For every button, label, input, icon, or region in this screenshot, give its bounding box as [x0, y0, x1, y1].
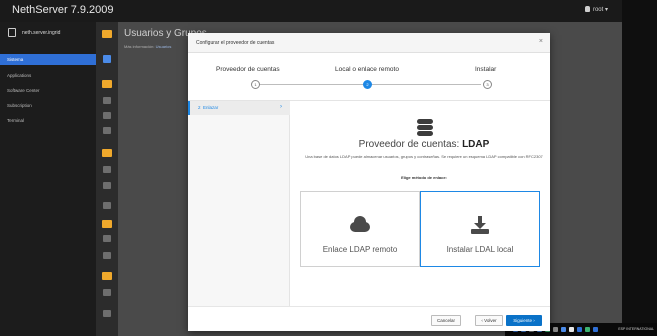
step-label-local-remote: Local o enlace remoto	[335, 66, 399, 73]
app-icon-strip	[96, 22, 118, 336]
settings-icon[interactable]	[103, 182, 111, 189]
folder-icon[interactable]	[102, 149, 112, 157]
tools-icon[interactable]	[103, 202, 111, 209]
provider-title-name: LDAP	[462, 139, 490, 150]
database-disk	[417, 131, 433, 136]
option-local-ldap[interactable]: Instalar LDAL local	[420, 191, 540, 267]
tray-app-icon[interactable]	[593, 327, 598, 332]
back-button[interactable]: ‹ Volver	[475, 315, 503, 326]
provider-title-prefix: Proveedor de cuentas:	[358, 139, 463, 150]
dashboard-icon[interactable]	[103, 55, 111, 63]
storage-icon[interactable]	[103, 166, 111, 173]
folder-icon[interactable]	[102, 220, 112, 228]
step-circle-2: 2	[363, 80, 372, 89]
wizard-step-text: Enlazar	[203, 105, 219, 110]
database-disk	[417, 125, 433, 130]
user-name: root	[592, 7, 604, 13]
tray-app-icon[interactable]	[585, 327, 590, 332]
option-remote-label: Enlace LDAP remoto	[322, 245, 398, 254]
user-menu[interactable]: root ▾	[584, 6, 608, 13]
tray-app-icon[interactable]	[577, 327, 582, 332]
tray-app-icon[interactable]	[569, 327, 574, 332]
trash-icon[interactable]	[103, 97, 111, 104]
option-remote-ldap[interactable]: Enlace LDAP remoto	[300, 191, 420, 267]
database-disk	[417, 119, 433, 124]
top-bar: NethServer 7.9.2009 root ▾	[0, 0, 622, 22]
tray-text: ESP INTERNATIONAL	[618, 327, 654, 331]
wizard-step-num: 2	[198, 105, 201, 110]
wizard-steps: Proveedor de cuentas Local o enlace remo…	[188, 53, 550, 101]
brand-title[interactable]: NethServer 7.9.2009	[12, 4, 114, 16]
wizard-step-enlazar[interactable]: 2 Enlazar ›	[188, 101, 290, 115]
modal-header: Configurar el proveedor de cuentas ×	[188, 33, 550, 53]
globe-icon[interactable]	[103, 252, 111, 259]
nav-item-sistema[interactable]: Sistema	[0, 54, 96, 65]
tray-app-icon[interactable]	[553, 327, 558, 332]
chevron-right-icon: ›	[280, 104, 282, 110]
folder-icon[interactable]	[102, 30, 112, 38]
choose-method-label: Elige método de enlace:	[401, 175, 447, 180]
download-icon	[471, 216, 489, 234]
server-name: neth.server.ingrid	[22, 30, 61, 36]
wizard-sidebar: 2 Enlazar ›	[188, 101, 290, 306]
nav-item-terminal[interactable]: Terminal	[0, 115, 96, 126]
modal-title: Configurar el proveedor de cuentas	[196, 40, 275, 46]
step-circle-3: 3	[483, 80, 492, 89]
nav-item-applications[interactable]: Applications	[0, 70, 96, 81]
close-icon[interactable]: ×	[539, 38, 543, 45]
right-edge	[622, 0, 657, 336]
provider-title: Proveedor de cuentas: LDAP	[304, 139, 544, 150]
folder-icon[interactable]	[102, 272, 112, 280]
server-icon	[8, 28, 16, 37]
desktop-screen: NethServer 7.9.2009 root ▾ neth.server.i…	[0, 0, 657, 336]
folder-icon[interactable]	[102, 80, 112, 88]
modal-footer: Cancelar ‹ Volver Siguiente ›	[188, 306, 550, 331]
account-provider-modal: Configurar el proveedor de cuentas × Pro…	[188, 33, 550, 331]
page-subtitle: Más información: Usuarios	[124, 44, 171, 49]
server-selector[interactable]: neth.server.ingrid	[8, 28, 92, 40]
nav-item-software-center[interactable]: Software Center	[0, 85, 96, 96]
download-tray	[471, 229, 489, 234]
cancel-button[interactable]: Cancelar	[431, 315, 461, 326]
step-label-install: Instalar	[475, 66, 497, 73]
next-button[interactable]: Siguiente ›	[506, 315, 542, 326]
user-icon	[584, 6, 590, 12]
info-icon[interactable]	[103, 310, 111, 317]
database-icon	[417, 119, 433, 137]
shield-icon[interactable]	[103, 235, 111, 242]
provider-description: Una base de datos LDAP puede almacenar u…	[305, 154, 543, 159]
cloud-top	[354, 216, 366, 228]
step-circle-1: 1	[251, 80, 260, 89]
left-nav: neth.server.ingrid Sistema Applications …	[0, 22, 96, 336]
grid-icon[interactable]	[103, 289, 111, 296]
network-icon[interactable]	[103, 127, 111, 134]
step-label-provider: Proveedor de cuentas	[216, 66, 280, 73]
list-icon[interactable]	[103, 112, 111, 119]
nav-item-subscription[interactable]: Subscription	[0, 100, 96, 111]
tray-app-icon[interactable]	[561, 327, 566, 332]
option-local-label: Instalar LDAL local	[446, 245, 514, 254]
page-subtitle-link[interactable]: Usuarios	[156, 44, 172, 49]
page-subtitle-text: Más información:	[124, 44, 155, 49]
cloud-icon	[348, 216, 372, 232]
wizard-step-label: 2 Enlazar	[198, 105, 218, 110]
